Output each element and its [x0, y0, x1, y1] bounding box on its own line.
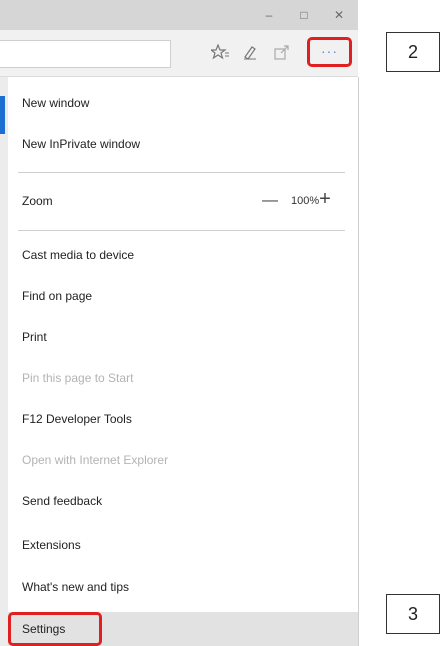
step-callout-2: 2	[386, 32, 440, 72]
more-dots-icon: ···	[321, 43, 338, 59]
menu-divider	[18, 172, 345, 173]
zoom-label: Zoom	[22, 194, 53, 208]
menu-item-new-inprivate-window[interactable]: New InPrivate window	[22, 134, 140, 154]
menu-item-cast-media[interactable]: Cast media to device	[22, 245, 134, 265]
menu-item-f12-developer-tools[interactable]: F12 Developer Tools	[22, 409, 132, 429]
step-callout-3: 3	[386, 594, 440, 634]
zoom-in-button[interactable]: +	[315, 189, 335, 209]
menu-item-print[interactable]: Print	[22, 327, 47, 347]
favorites-star-icon[interactable]	[209, 43, 230, 62]
address-bar[interactable]	[0, 40, 171, 68]
browser-toolbar: ···	[0, 30, 358, 77]
more-actions-button[interactable]: ···	[307, 37, 352, 67]
menu-item-settings[interactable]: Settings	[22, 619, 65, 639]
menu-item-send-feedback[interactable]: Send feedback	[22, 491, 102, 511]
menu-item-extensions[interactable]: Extensions	[22, 535, 81, 555]
web-note-pen-icon[interactable]	[240, 44, 260, 62]
close-icon[interactable]: ✕	[330, 6, 348, 24]
menu-item-pin-to-start: Pin this page to Start	[22, 371, 134, 385]
menu-item-whats-new[interactable]: What's new and tips	[22, 577, 129, 597]
share-icon[interactable]	[272, 44, 292, 62]
settings-menu	[0, 77, 359, 646]
maximize-icon[interactable]: □	[295, 6, 313, 24]
zoom-out-button[interactable]: —	[260, 192, 280, 210]
title-bar: – □ ✕	[0, 0, 358, 30]
menu-item-new-window[interactable]: New window	[22, 93, 89, 113]
minimize-icon[interactable]: –	[260, 6, 278, 24]
menu-item-find-on-page[interactable]: Find on page	[22, 286, 92, 306]
menu-item-open-with-ie: Open with Internet Explorer	[22, 453, 169, 467]
menu-divider	[18, 230, 345, 231]
